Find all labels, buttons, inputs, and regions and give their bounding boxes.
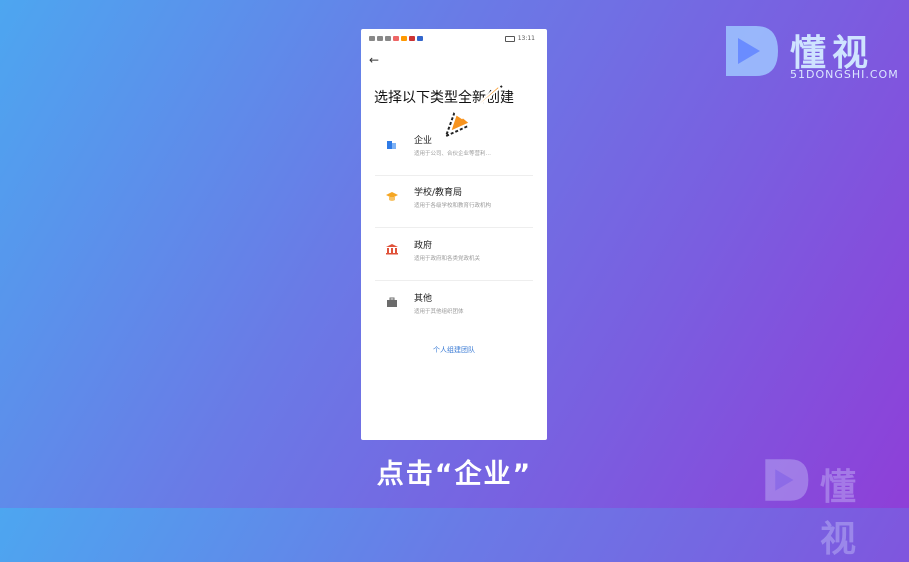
option-title: 政府 bbox=[414, 241, 433, 251]
battery-icon bbox=[504, 35, 515, 42]
option-government[interactable]: 政府 适用于政府和各类党政机关 bbox=[375, 230, 533, 281]
subtitle-caption: 点击“企业” bbox=[376, 459, 533, 490]
option-other[interactable]: 其他 适用于其他组织团体 bbox=[375, 283, 533, 333]
option-school[interactable]: 学校/教育局 适用于各级学校和教育行政机构 bbox=[375, 177, 533, 228]
option-description: 适用于政府和各类党政机关 bbox=[414, 256, 481, 262]
graduation-cap-icon bbox=[386, 192, 398, 201]
option-title: 企业 bbox=[414, 136, 433, 146]
option-title: 学校/教育局 bbox=[414, 188, 463, 198]
government-icon bbox=[386, 244, 398, 255]
briefcase-icon bbox=[387, 297, 397, 307]
option-description: 适用于各级学校和教育行政机构 bbox=[414, 203, 492, 209]
pointer-arrow-icon bbox=[444, 84, 503, 138]
play-logo-icon bbox=[726, 26, 778, 76]
option-description: 适用于公司、合伙企业等营利… bbox=[414, 151, 492, 157]
personal-team-link[interactable]: 个人组建团队 bbox=[361, 345, 547, 355]
option-description: 适用于其他组织团体 bbox=[414, 309, 464, 315]
status-right: 13:11 bbox=[504, 35, 535, 42]
building-icon bbox=[387, 141, 396, 149]
site-logo: 懂视 51DONGSHI.COM bbox=[720, 22, 898, 82]
status-bar: 13:11 bbox=[369, 34, 539, 44]
logo-subtext: 51DONGSHI.COM bbox=[790, 68, 899, 81]
option-title: 其他 bbox=[414, 294, 433, 304]
status-time: 13:11 bbox=[517, 35, 535, 42]
back-arrow-icon[interactable]: ← bbox=[369, 53, 383, 67]
notification-icons bbox=[369, 36, 423, 41]
